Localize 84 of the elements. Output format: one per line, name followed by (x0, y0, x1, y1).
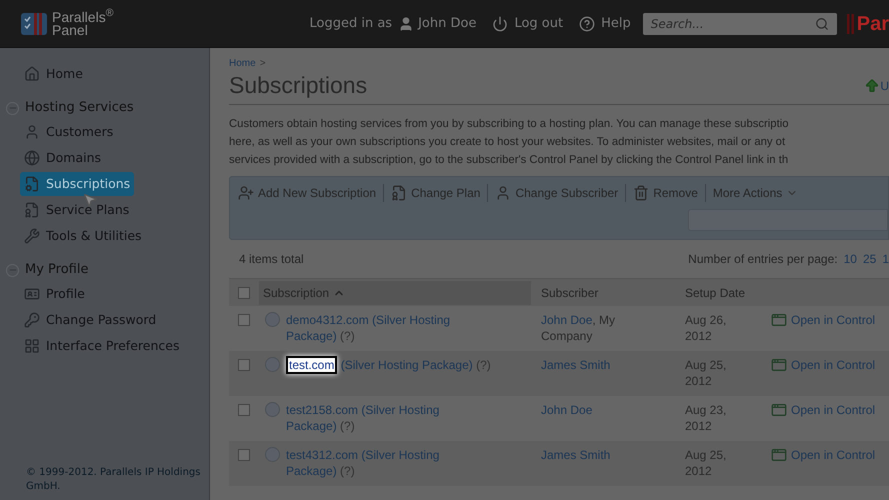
subscriber-link[interactable]: James Smith (541, 358, 610, 372)
select-all-checkbox[interactable] (238, 286, 250, 298)
badge-document-icon (391, 185, 408, 201)
subscription-text: test2158.com (Silver Hosting Package) (?) (286, 402, 440, 434)
sidebar-item[interactable]: Subscriptions (20, 172, 134, 196)
page-title: Subscriptions (229, 71, 368, 100)
sidebar-group-title: Hosting Services (25, 99, 134, 118)
sidebar-item[interactable]: Customers (20, 120, 118, 144)
wrench-icon (24, 228, 40, 244)
subscription-text: test.com (Silver Hosting Package) (?) (286, 357, 491, 373)
collapse-toggle[interactable] (6, 102, 19, 114)
person-icon (24, 124, 40, 140)
toolbar-button[interactable]: Remove (633, 184, 698, 202)
sidebar-item[interactable]: Interface Preferences (20, 334, 184, 358)
domain-link[interactable]: demo4312.com (286, 313, 369, 327)
subscription-text: test4312.com (Silver Hosting Package) (?) (286, 447, 440, 479)
sidebar-group-title: My Profile (25, 261, 88, 280)
open-panel-link[interactable]: Open in Control (791, 402, 876, 418)
per-page-label: Number of entries per page: (688, 251, 838, 268)
copyright-text: © 1999-2012. Parallels IP Holdings GmbH. (25, 466, 202, 494)
logo-name: Parallels$^{®}$ (52, 10, 114, 24)
toolbar-button[interactable]: Change Subscriber (495, 184, 618, 202)
open-panel-link[interactable]: Open in Control (791, 312, 876, 328)
sidebar-item[interactable]: Profile (20, 282, 89, 306)
column-header[interactable]: Setup Date (681, 280, 781, 304)
person-icon (495, 185, 512, 201)
domain-link[interactable]: test4312.com (286, 448, 358, 462)
open-panel-link[interactable]: Open in Control (791, 357, 876, 373)
per-page-option[interactable]: 10 (844, 250, 857, 268)
up-arrow-icon (864, 78, 880, 94)
trash-icon (633, 185, 650, 201)
user-icon (398, 16, 414, 32)
toolbar-button[interactable]: Change Plan (391, 184, 480, 202)
user-name: John Doe (418, 14, 476, 33)
row-checkbox[interactable] (238, 404, 250, 416)
help-link[interactable]: Help (601, 14, 631, 34)
description-line: Customers obtain hosting services from you by subscribing to a hosting plan. You can manage these subscriptio (229, 117, 790, 132)
open-panel-link[interactable]: Open in Control (791, 447, 876, 463)
collapse-toggle[interactable] (6, 264, 19, 276)
globe-icon (24, 150, 40, 166)
per-page-option[interactable]: 1 (882, 250, 889, 268)
logged-in-label: Logged in as (310, 14, 392, 33)
logout-link[interactable]: Log out (514, 14, 564, 34)
logo-product: Panel (52, 24, 88, 36)
breadcrumb-separator: > (260, 57, 266, 71)
domain-link[interactable]: test.com (286, 356, 338, 374)
setup-date: Aug 26, 2012 (685, 312, 728, 344)
id-card-icon (24, 286, 40, 302)
key-icon (24, 312, 40, 328)
subscription-text: demo4312.com (Silver Hosting Package) (?) (286, 312, 452, 344)
row-checkbox[interactable] (238, 314, 250, 326)
toolbar-button[interactable]: More Actions (712, 184, 798, 202)
subscriber-link[interactable]: James Smith (541, 448, 610, 462)
setup-date: Aug 23, 2012 (685, 402, 728, 434)
per-page-option[interactable]: 25 (862, 250, 876, 268)
search-icon (814, 16, 829, 30)
sidebar-item[interactable]: Domains (20, 146, 106, 170)
house-icon (24, 66, 40, 82)
grid-icon (24, 338, 40, 354)
column-header[interactable]: Subscriber (537, 280, 681, 304)
brand-bars-icon (846, 14, 855, 34)
row-checkbox[interactable] (238, 359, 250, 371)
brand-text: Par (856, 12, 889, 36)
search-field[interactable]: Search... (642, 12, 837, 34)
breadcrumb-link[interactable]: Home (229, 56, 256, 71)
domain-link[interactable]: test2158.com (286, 403, 358, 417)
items-total: 4 items total (239, 251, 304, 268)
badge-document-icon (24, 202, 40, 218)
subscriber-link[interactable]: John Doe (541, 403, 592, 417)
help-icon (579, 16, 596, 32)
sidebar-item[interactable]: Change Password (20, 308, 160, 332)
description-line: here, as well as your own subscriptions you create to host your websites. To administer websites, mail or any ot (229, 135, 786, 150)
add-person-icon (238, 185, 254, 201)
sidebar-item[interactable]: Home (20, 62, 87, 86)
gear-document-icon (24, 176, 40, 192)
sidebar-item[interactable]: Service Plans (20, 198, 134, 222)
power-icon (492, 16, 508, 32)
sidebar-item[interactable]: Tools & Utilities (20, 224, 146, 248)
up-level-link[interactable]: U (880, 76, 889, 94)
subscriber-text: John Doe, My Company (541, 312, 616, 344)
row-checkbox[interactable] (238, 449, 250, 461)
description-line: services provided with a subscription, go to the subscriber's Control Panel by clicking the Control Panel link in th (229, 153, 790, 168)
subscriber-link[interactable]: John Doe (541, 313, 592, 327)
toolbar-button[interactable]: Add New Subscription (238, 184, 376, 202)
